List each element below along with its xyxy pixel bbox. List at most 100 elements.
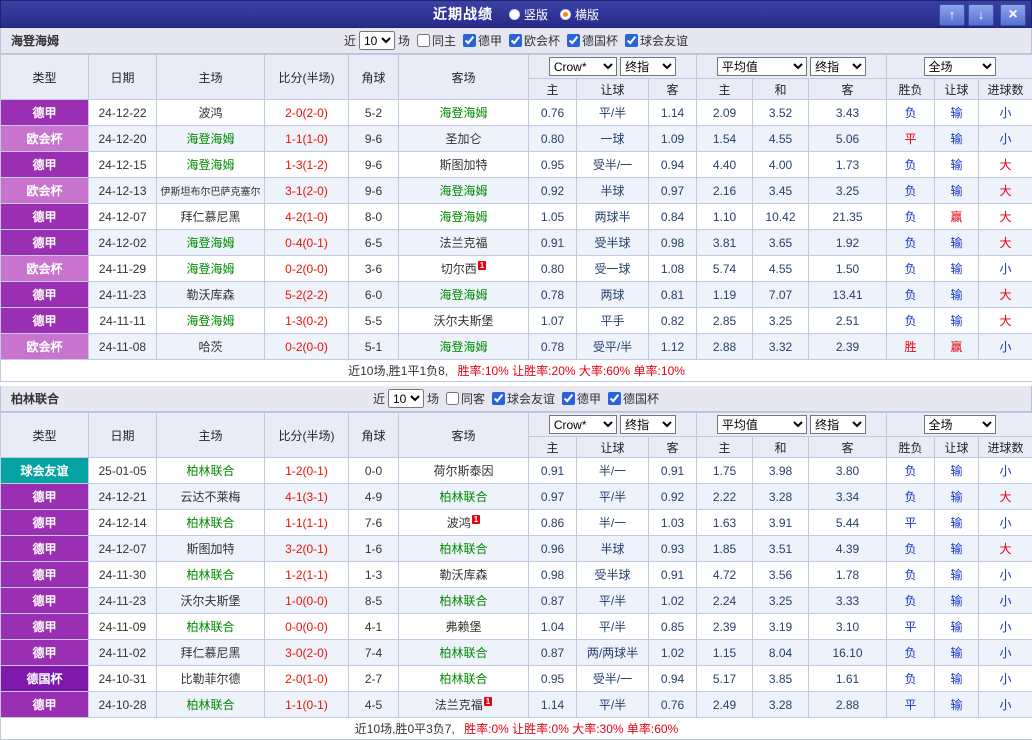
home-team-cell[interactable]: 柏林联合 [157, 458, 265, 484]
odds-home-cell: 0.76 [529, 100, 577, 126]
avg-away-cell: 16.10 [809, 640, 887, 666]
home-team-cell[interactable]: 沃尔夫斯堡 [157, 588, 265, 614]
odds-away-cell: 0.85 [649, 614, 697, 640]
home-team-cell[interactable]: 海登海姆 [157, 230, 265, 256]
same-venue-checkbox[interactable] [446, 392, 459, 405]
avg-away-cell: 4.39 [809, 536, 887, 562]
scroll-down-button[interactable]: ↓ [968, 4, 994, 26]
away-team-cell[interactable]: 法兰克福1 [399, 692, 529, 718]
corners-cell: 5-2 [349, 100, 399, 126]
layout-radio-horizontal[interactable]: 横版 [560, 6, 599, 23]
scroll-up-button[interactable]: ↑ [939, 4, 965, 26]
same-venue-checkbox[interactable] [417, 34, 430, 47]
away-team-cell[interactable]: 海登海姆 [399, 178, 529, 204]
corners-cell: 4-9 [349, 484, 399, 510]
result-cell: 负 [887, 204, 935, 230]
corners-cell: 5-5 [349, 308, 399, 334]
away-team-cell[interactable]: 柏林联合 [399, 640, 529, 666]
league-filter[interactable]: 德国杯 [560, 32, 618, 49]
col-date: 日期 [89, 413, 157, 458]
same-venue-filter[interactable]: 同客 [439, 390, 485, 407]
home-team-cell[interactable]: 海登海姆 [157, 256, 265, 282]
home-team-cell[interactable]: 海登海姆 [157, 126, 265, 152]
league-checkbox[interactable] [608, 392, 621, 405]
home-team-cell[interactable]: 柏林联合 [157, 614, 265, 640]
home-team-cell[interactable]: 伊斯坦布尔巴萨克塞尔 [157, 178, 265, 204]
league-cell: 德甲 [1, 484, 89, 510]
home-team-cell[interactable]: 斯图加特 [157, 536, 265, 562]
handicap-result-cell: 输 [935, 692, 979, 718]
scope-select[interactable]: 全场 [924, 415, 996, 434]
league-filter[interactable]: 球会友谊 [618, 32, 688, 49]
league-checkbox[interactable] [567, 34, 580, 47]
home-team-cell[interactable]: 波鸿 [157, 100, 265, 126]
goals-result-cell: 小 [979, 614, 1032, 640]
avg-home-cell: 1.19 [697, 282, 753, 308]
layout-radio-vertical[interactable]: 竖版 [509, 6, 548, 23]
home-team-cell[interactable]: 比勒菲尔德 [157, 666, 265, 692]
away-team-cell[interactable]: 弗赖堡 [399, 614, 529, 640]
away-team-cell[interactable]: 柏林联合 [399, 484, 529, 510]
close-button[interactable]: × [1000, 4, 1026, 26]
away-team-cell[interactable]: 沃尔夫斯堡 [399, 308, 529, 334]
odds-stage-select[interactable]: 终指 [620, 57, 676, 76]
home-team-cell[interactable]: 勒沃库森 [157, 282, 265, 308]
col-type: 类型 [1, 55, 89, 100]
bookmaker-header: Crow* 终指 [529, 55, 697, 79]
home-team-cell[interactable]: 海登海姆 [157, 152, 265, 178]
league-cell: 德甲 [1, 640, 89, 666]
away-team-cell[interactable]: 柏林联合 [399, 588, 529, 614]
average-header: 平均值 终指 [697, 413, 887, 437]
away-team-cell[interactable]: 斯图加特 [399, 152, 529, 178]
away-team-cell[interactable]: 勒沃库森 [399, 562, 529, 588]
league-checkbox[interactable] [562, 392, 575, 405]
league-filter[interactable]: 欧会杯 [502, 32, 560, 49]
league-filter[interactable]: 德甲 [456, 32, 502, 49]
away-team-cell[interactable]: 海登海姆 [399, 100, 529, 126]
league-filter[interactable]: 德国杯 [601, 390, 659, 407]
home-team-cell[interactable]: 拜仁慕尼黑 [157, 204, 265, 230]
home-team-cell[interactable]: 柏林联合 [157, 510, 265, 536]
avg-stage-select[interactable]: 终指 [810, 57, 866, 76]
away-team-cell[interactable]: 柏林联合 [399, 666, 529, 692]
handicap-cell: 受半球 [577, 562, 649, 588]
match-count-select[interactable]: 10 [388, 389, 424, 408]
same-venue-filter[interactable]: 同主 [410, 32, 456, 49]
match-count-select[interactable]: 10 [359, 31, 395, 50]
home-team-cell[interactable]: 拜仁慕尼黑 [157, 640, 265, 666]
bookmaker-select[interactable]: Crow* [549, 57, 617, 76]
odds-stage-select[interactable]: 终指 [620, 415, 676, 434]
home-team-cell[interactable]: 云达不莱梅 [157, 484, 265, 510]
league-checkbox[interactable] [509, 34, 522, 47]
average-select[interactable]: 平均值 [717, 57, 807, 76]
titlebar: 近期战绩 竖版横版 ↑ ↓ × [0, 0, 1032, 28]
corners-cell: 6-5 [349, 230, 399, 256]
league-filter[interactable]: 球会友谊 [485, 390, 555, 407]
corners-cell: 7-6 [349, 510, 399, 536]
scope-select[interactable]: 全场 [924, 57, 996, 76]
away-team-cell[interactable]: 切尔西1 [399, 256, 529, 282]
league-checkbox[interactable] [625, 34, 638, 47]
away-team-cell[interactable]: 海登海姆 [399, 204, 529, 230]
average-select[interactable]: 平均值 [717, 415, 807, 434]
away-team-cell[interactable]: 法兰克福 [399, 230, 529, 256]
away-team-cell[interactable]: 圣加仑 [399, 126, 529, 152]
league-cell: 德甲 [1, 204, 89, 230]
away-team-cell[interactable]: 海登海姆 [399, 282, 529, 308]
league-checkbox[interactable] [463, 34, 476, 47]
home-team-cell[interactable]: 柏林联合 [157, 692, 265, 718]
goals-result-cell: 大 [979, 230, 1032, 256]
away-team-cell[interactable]: 海登海姆 [399, 334, 529, 360]
home-team-cell[interactable]: 哈茨 [157, 334, 265, 360]
home-team-cell[interactable]: 柏林联合 [157, 562, 265, 588]
odds-home-cell: 0.98 [529, 562, 577, 588]
league-filter[interactable]: 德甲 [555, 390, 601, 407]
subcol-handicap-result: 让球 [935, 437, 979, 458]
avg-stage-select[interactable]: 终指 [810, 415, 866, 434]
away-team-cell[interactable]: 柏林联合 [399, 536, 529, 562]
league-checkbox[interactable] [492, 392, 505, 405]
away-team-cell[interactable]: 波鸿1 [399, 510, 529, 536]
away-team-cell[interactable]: 荷尔斯泰因 [399, 458, 529, 484]
home-team-cell[interactable]: 海登海姆 [157, 308, 265, 334]
bookmaker-select[interactable]: Crow* [549, 415, 617, 434]
